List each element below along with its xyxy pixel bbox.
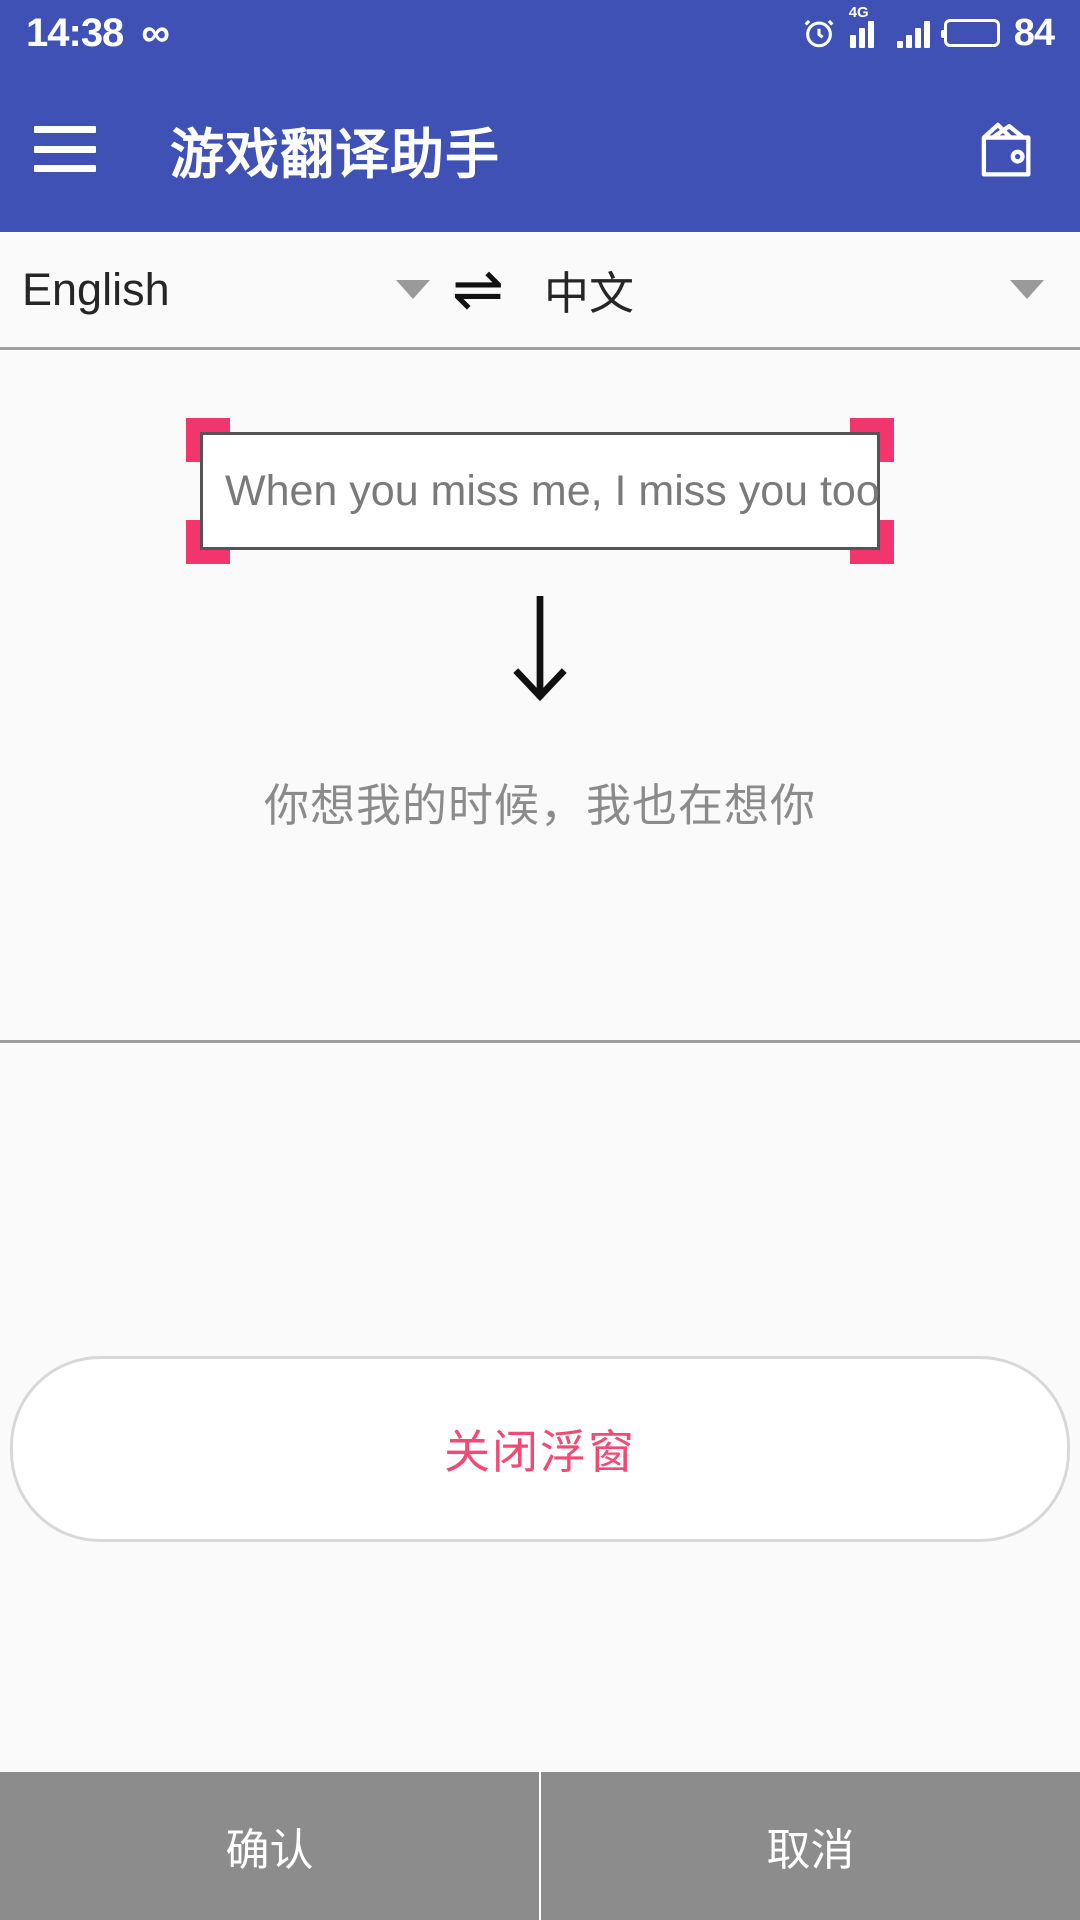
signal-icon: [896, 18, 930, 48]
battery-icon: [940, 19, 1000, 47]
target-language-dropdown[interactable]: 中文: [526, 232, 1080, 347]
battery-percent-label: 84: [1013, 12, 1055, 54]
source-language-label: English: [22, 263, 170, 315]
translated-text: 你想我的时候，我也在想你: [263, 780, 816, 831]
source-language-dropdown[interactable]: English: [0, 232, 430, 347]
page-title: 游戏翻译助手: [170, 124, 500, 185]
chevron-down-icon: [396, 280, 430, 299]
status-bar-right: 4G 84: [802, 5, 1055, 54]
target-language-label: 中文: [544, 268, 635, 319]
cancel-button[interactable]: 取消: [539, 1772, 1080, 1920]
selection-handle-bottom-right[interactable]: [850, 520, 894, 564]
wallet-icon[interactable]: [970, 111, 1046, 187]
status-clock: 14:38: [26, 11, 124, 55]
app-bar: 游戏翻译助手: [0, 66, 1080, 232]
bottom-action-bar: 确认 取消: [0, 1772, 1080, 1920]
translate-direction-arrow-icon: [0, 596, 1080, 711]
language-selector-row: English ⇌ 中文: [0, 232, 1080, 350]
alarm-clock-icon: [802, 16, 836, 50]
selection-handle-bottom-left[interactable]: [186, 520, 230, 564]
main-content: When you miss me, I miss you too 你想我的时候，…: [0, 350, 1080, 1772]
selection-handle-top-left[interactable]: [186, 418, 230, 462]
chevron-down-icon: [1010, 280, 1044, 299]
capture-area: When you miss me, I miss you too 你想我的时候，…: [0, 350, 1080, 1043]
status-bar: 14:38 ∞ 4G 84: [0, 0, 1080, 66]
hamburger-menu-icon[interactable]: [34, 126, 96, 172]
status-bar-left: 14:38 ∞: [26, 13, 170, 53]
captured-text: When you miss me, I miss you too: [225, 466, 880, 515]
network-type-label: 4G: [848, 4, 869, 21]
app-screen: 14:38 ∞ 4G 84 游戏翻译助手 English ⇌ 中文 When y…: [0, 0, 1080, 1920]
close-floating-window-label: 关闭浮窗: [444, 1426, 636, 1478]
selection-handle-top-right[interactable]: [850, 418, 894, 462]
captured-text-box[interactable]: When you miss me, I miss you too: [200, 432, 880, 550]
infinity-icon: ∞: [141, 11, 170, 55]
close-floating-window-button[interactable]: 关闭浮窗: [10, 1356, 1070, 1542]
signal-4g-icon: 4G: [849, 5, 883, 48]
swap-languages-icon[interactable]: ⇌: [430, 258, 526, 321]
confirm-button[interactable]: 确认: [0, 1772, 539, 1920]
close-float-container: 关闭浮窗: [0, 1356, 1080, 1542]
selection-region[interactable]: When you miss me, I miss you too: [186, 418, 894, 564]
